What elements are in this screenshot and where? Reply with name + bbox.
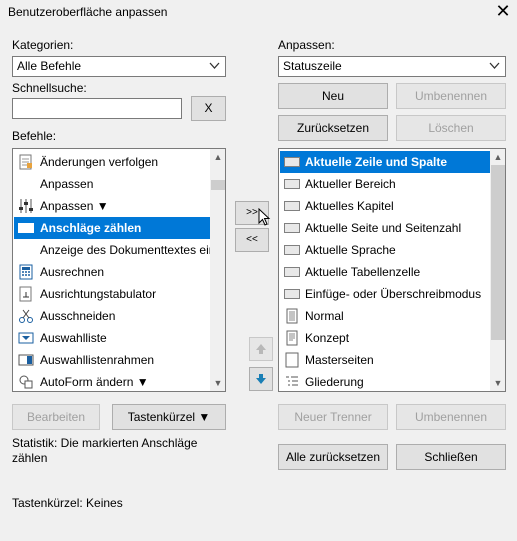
outline-icon [284,374,300,390]
chevron-down-icon [209,60,220,75]
list-item[interactable]: Aktuelle Zeile und Spalte [280,151,490,173]
delete-button[interactable]: Löschen [396,115,506,141]
arrow-down-icon [254,374,268,389]
categories-label: Kategorien: [12,38,74,52]
rectangle-icon [18,223,34,233]
list-item[interactable]: Anschläge zählen [14,217,210,239]
list-item[interactable]: Anpassen ▼ [14,195,210,217]
list-item[interactable]: Aktuelle Seite und Seitenzahl [280,217,490,239]
quicksearch-label: Schnellsuche: [12,81,87,95]
calculator-icon [18,264,34,280]
list-item[interactable]: Ausrichtungstabulator [14,283,210,305]
rectangle-icon [284,289,300,299]
list-item[interactable]: Ausschneiden [14,305,210,327]
list-item[interactable]: Masterseiten [280,349,490,371]
arrow-up-icon [254,344,268,359]
quicksearch-input[interactable] [12,98,182,119]
rectangle-icon [284,179,300,189]
rectangle-icon [284,157,300,167]
list-item[interactable]: Auswahlliste [14,327,210,349]
chevron-down-icon[interactable]: ▼ [490,375,505,391]
list-item[interactable]: Anzeige des Dokumenttextes ein [14,239,210,261]
categories-value: Alle Befehle [17,59,82,73]
list-item[interactable]: AutoForm ändern ▼ [14,371,210,391]
rectangle-icon [284,267,300,277]
commands-label: Befehle: [12,129,57,143]
list-item[interactable]: Auswahllistenrahmen [14,349,210,371]
move-up-button[interactable] [249,337,273,361]
list-item[interactable]: Aktueller Bereich [280,173,490,195]
list-item[interactable]: Gliederung [280,371,490,391]
tab-stop-icon [18,286,34,302]
move-down-button[interactable] [249,367,273,391]
reset-all-button[interactable]: Alle zurücksetzen [278,444,388,470]
list-item[interactable]: Ausrechnen [14,261,210,283]
new-button[interactable]: Neu [278,83,388,109]
chevron-down-icon[interactable]: ▼ [210,375,225,391]
shape-icon [18,374,34,390]
rectangle-icon [284,223,300,233]
dropdown-list-icon [18,330,34,346]
page-icon [284,352,300,368]
shortcut-button[interactable]: Tastenkürzel ▼ [112,404,226,430]
list-item[interactable]: Änderungen verfolgen [14,151,210,173]
chevron-down-icon [489,60,500,75]
page-icon [284,308,300,324]
scroll-thumb[interactable] [491,165,505,340]
list-item[interactable]: Aktuelles Kapitel [280,195,490,217]
edit-button[interactable]: Bearbeiten [12,404,100,430]
clear-search-button[interactable]: X [191,96,226,121]
new-separator-button[interactable]: Neuer Trenner [278,404,388,430]
list-item[interactable]: Anpassen [14,173,210,195]
page-icon [284,330,300,346]
rectangle-icon [284,245,300,255]
customize-value: Statuszeile [283,59,342,73]
remove-command-button[interactable]: << [235,228,269,252]
commands-list[interactable]: Änderungen verfolgen Anpassen Anpassen ▼… [12,148,226,392]
rectangle-icon [284,201,300,211]
list-item[interactable]: Aktuelle Sprache [280,239,490,261]
customize-select[interactable]: Statuszeile [278,56,506,77]
list-item[interactable]: Aktuelle Tabellenzelle [280,261,490,283]
list-item[interactable]: Einfüge- oder Überschreibmodus [280,283,490,305]
dropdown-frame-icon [18,352,34,368]
close-icon[interactable]: ✕ [494,2,512,21]
scissors-icon [18,308,34,324]
shortcut-info: Tastenkürzel: Keines [12,496,123,510]
statusbar-items-list[interactable]: Aktuelle Zeile und Spalte Aktueller Bere… [278,148,506,392]
statistic-text: Statistik: Die markierten Anschläge zähl… [12,436,198,465]
reset-button[interactable]: Zurücksetzen [278,115,388,141]
track-changes-icon [18,154,34,170]
rename-button[interactable]: Umbenennen [396,83,506,109]
rename-separator-button[interactable]: Umbenennen [396,404,506,430]
categories-select[interactable]: Alle Befehle [12,56,226,77]
chevron-up-icon[interactable]: ▲ [490,149,505,165]
sliders-icon [18,198,34,214]
cursor-icon [257,207,273,226]
commands-scrollbar[interactable]: ▲ ▼ [210,149,225,391]
items-scrollbar[interactable]: ▲ ▼ [490,149,505,391]
close-button[interactable]: Schließen [396,444,506,470]
list-item[interactable]: Normal [280,305,490,327]
chevron-up-icon[interactable]: ▲ [210,149,225,165]
list-item[interactable]: Konzept [280,327,490,349]
customize-label: Anpassen: [278,38,335,52]
window-title: Benutzeroberfläche anpassen [8,5,168,19]
scroll-thumb[interactable] [211,180,225,190]
